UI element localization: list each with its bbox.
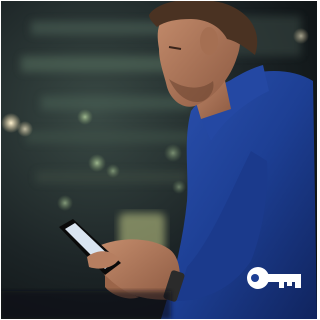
photo-frame <box>1 1 317 319</box>
key-icon <box>247 267 301 289</box>
